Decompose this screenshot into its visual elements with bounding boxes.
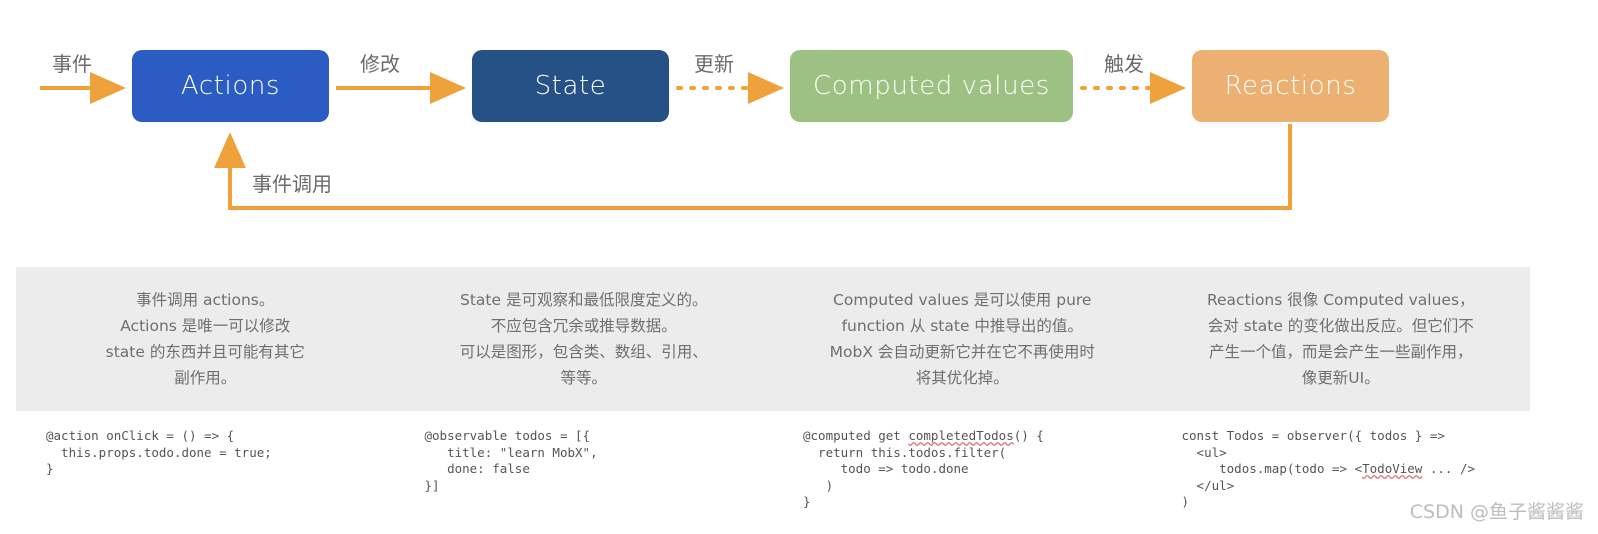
node-computed-values[interactable]: Computed values <box>790 50 1073 122</box>
edge-label-update: 更新 <box>694 52 734 76</box>
node-actions-label: Actions <box>180 71 281 101</box>
node-actions[interactable]: Actions <box>132 50 329 122</box>
node-state[interactable]: State <box>472 50 669 122</box>
edge-label-trigger: 触发 <box>1104 52 1144 76</box>
watermark: CSDN @鱼子酱酱酱 <box>1409 501 1584 523</box>
description-column-reactions: Reactions 很像 Computed values， 会对 state 的变… <box>1152 267 1531 411</box>
code-column-actions: @action onClick = () => { this.props.tod… <box>16 428 395 534</box>
code-column-computed-values: @computed get completedTodos() { return … <box>773 428 1152 534</box>
code-sample-actions: @action onClick = () => { this.props.tod… <box>46 428 272 476</box>
edge-label-modify: 修改 <box>360 52 400 76</box>
node-reactions[interactable]: Reactions <box>1192 50 1389 122</box>
description-text-reactions: Reactions 很像 Computed values， 会对 state 的变… <box>1206 291 1475 387</box>
node-reactions-label: Reactions <box>1224 71 1357 101</box>
flow-diagram: Actions State Computed values Reactions … <box>0 0 1598 250</box>
node-state-label: State <box>534 71 607 101</box>
edge-label-event: 事件 <box>52 52 92 76</box>
arrow-feedback-loop <box>214 124 1292 210</box>
misspelled-token: completedTodos <box>908 428 1014 443</box>
description-column-state: State 是可观察和最低限度定义的。 不应包含冗余或推导数据。 可以是图形，包含类… <box>395 267 774 411</box>
code-samples-panel: @action onClick = () => { this.props.tod… <box>16 428 1530 534</box>
description-text-computed-values: Computed values 是可以使用 pure function 从 sta… <box>829 291 1095 387</box>
edge-label-callback: 事件调用 <box>252 172 332 196</box>
description-text-actions: 事件调用 actions。 Actions 是唯一可以修改 state 的东西并且可… <box>105 291 305 387</box>
node-computed-values-label: Computed values <box>813 71 1050 101</box>
misspelled-token: TodoView <box>1362 461 1423 476</box>
flow-arrows <box>40 72 1292 210</box>
code-sample-computed-values: @computed get completedTodos() { return … <box>803 428 1044 509</box>
code-column-state: @observable todos = [{ title: "learn Mob… <box>395 428 774 534</box>
code-sample-state: @observable todos = [{ title: "learn Mob… <box>424 428 598 493</box>
description-text-state: State 是可观察和最低限度定义的。 不应包含冗余或推导数据。 可以是图形，包含类… <box>459 291 708 387</box>
description-column-actions: 事件调用 actions。 Actions 是唯一可以修改 state 的东西并且可… <box>16 267 395 411</box>
description-column-computed-values: Computed values 是可以使用 pure function 从 sta… <box>773 267 1152 411</box>
description-panel: 事件调用 actions。 Actions 是唯一可以修改 state 的东西并且可… <box>16 267 1530 411</box>
